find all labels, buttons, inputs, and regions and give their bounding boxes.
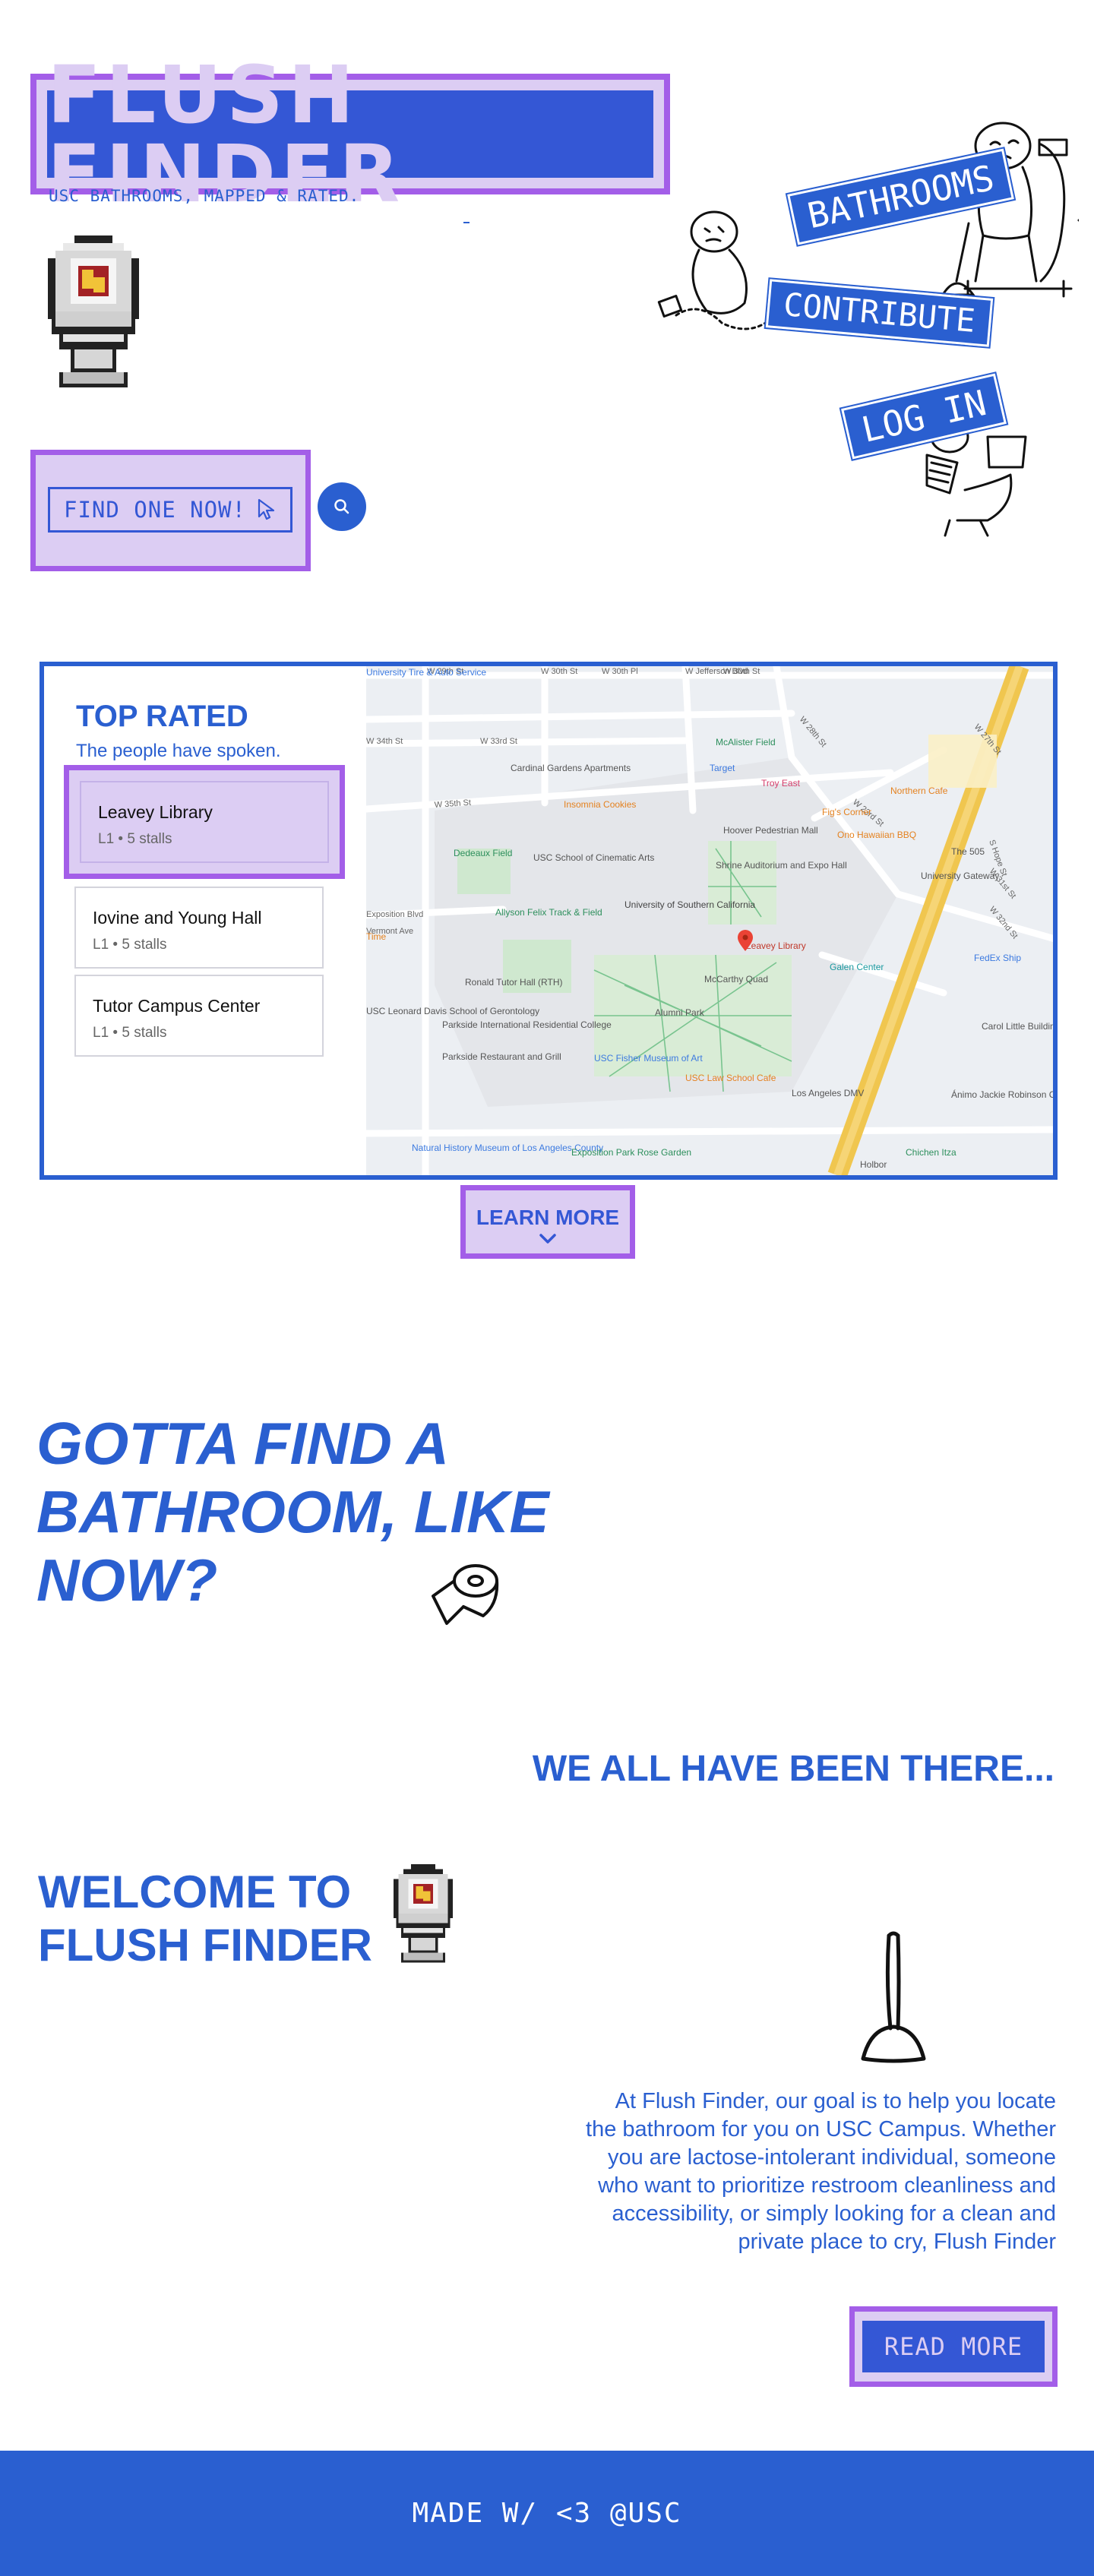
map-street-label: W 34th St	[366, 737, 403, 746]
about-paragraph: At Flush Finder, our goal is to help you…	[586, 2089, 1056, 2254]
chevron-down-icon	[539, 1234, 556, 1244]
map-place-label[interactable]: Insomnia Cookies	[564, 799, 636, 810]
top-rated-card[interactable]: Iovine and Young Hall L1 • 5 stalls	[74, 887, 324, 969]
toilet-paper-icon	[432, 1564, 499, 1625]
logo-banner: FLUSH FINDER	[47, 55, 653, 213]
map-place-label[interactable]: Holbor	[860, 1159, 887, 1170]
map-place-label[interactable]: University Tire & Auto Service	[366, 667, 486, 678]
read-more-frame: READ MORE	[849, 2306, 1058, 2387]
map-place-label[interactable]: Hoover Pedestrian Mall	[723, 825, 818, 836]
map-place-label[interactable]: McCarthy Quad	[704, 974, 768, 985]
search-button[interactable]	[318, 482, 366, 531]
map-place-label[interactable]: Dedeaux Field	[454, 848, 512, 858]
card-meta: L1 • 5 stalls	[98, 831, 172, 847]
map-place-label[interactable]: Northern Cafe	[890, 785, 948, 796]
subheadline: WE ALL HAVE BEEN THERE...	[532, 1749, 1054, 1789]
card-name: Tutor Campus Center	[93, 996, 261, 1016]
top-rated-map-section: TOP RATED The people have spoken. Leavey…	[40, 662, 1058, 1180]
card-name: Iovine and Young Hall	[93, 908, 262, 928]
map-place-label[interactable]: Time	[366, 931, 387, 942]
map-place-label[interactable]: USC Fisher Museum of Art	[594, 1053, 703, 1064]
map-place-label[interactable]: Parkside Restaurant and Grill	[442, 1051, 561, 1062]
map-place-label[interactable]: USC Law School Cafe	[685, 1073, 776, 1083]
map-place-label[interactable]: Shrine Auditorium and Expo Hall	[716, 860, 847, 871]
top-rated-panel: TOP RATED The people have spoken. Leavey…	[44, 666, 366, 1175]
map-place-label[interactable]: Chichen Itza	[906, 1147, 956, 1158]
map-place-label[interactable]: Fig's Corner	[822, 807, 871, 817]
map-canvas[interactable]: W 29th St W 30th St W 30th Pl W Jefferson B…	[366, 666, 1053, 1175]
map-place-label[interactable]: Galen Center	[830, 962, 884, 972]
learn-more-button[interactable]: LEARN MORE	[460, 1185, 635, 1259]
map-street-label: W 30th St	[723, 667, 760, 676]
top-rated-title: TOP RATED	[76, 700, 248, 733]
map-place-label[interactable]: FedEx Ship	[974, 953, 1021, 963]
map-place-label[interactable]: Los Angeles DMV	[792, 1088, 864, 1098]
campus-map[interactable]: W 29th St W 30th St W 30th Pl W Jefferson B…	[366, 666, 1053, 1175]
map-place-label[interactable]: Troy East	[761, 778, 801, 789]
card-name: Leavey Library	[98, 802, 213, 822]
map-place-label[interactable]: University of Southern California	[624, 899, 755, 910]
map-place-label[interactable]: Ono Hawaiian BBQ	[837, 830, 916, 840]
map-place-label[interactable]: Leavey Library	[746, 940, 806, 951]
map-street-label: Exposition Blvd	[366, 910, 423, 919]
footer: MADE W/ <3 @USC	[0, 2451, 1094, 2576]
map-place-label[interactable]: Exposition Park Rose Garden	[571, 1147, 691, 1158]
map-place-label[interactable]: USC Leonard Davis School of Gerontology	[366, 1006, 539, 1016]
learn-more-label: LEARN MORE	[476, 1206, 620, 1229]
map-place-label[interactable]: Cardinal Gardens Apartments	[511, 763, 631, 773]
card-meta: L1 • 5 stalls	[93, 1025, 167, 1041]
selected-card-frame: Leavey Library L1 • 5 stalls	[64, 765, 345, 879]
pixel-toilet-icon	[394, 1864, 453, 1963]
card-meta: L1 • 5 stalls	[93, 937, 167, 953]
tagline: USC BATHROOMS, MAPPED & RATED.	[49, 187, 360, 205]
divider	[463, 222, 470, 223]
map-place-label[interactable]: The 505	[951, 846, 985, 857]
cursor-icon	[258, 498, 275, 520]
map-place-label[interactable]: Ronald Tutor Hall (RTH)	[465, 977, 562, 988]
map-place-label[interactable]: University Gateway	[921, 871, 999, 881]
plunger-person-doodle	[657, 210, 776, 330]
map-street-label: W 30th Pl	[602, 667, 638, 676]
read-more-button[interactable]: READ MORE	[862, 2321, 1045, 2372]
find-now-frame: FIND ONE NOW!	[30, 450, 311, 571]
map-place-label[interactable]: Carol Little Building (CAL)	[982, 1021, 1053, 1032]
logo[interactable]: FLUSH FINDER	[30, 55, 670, 213]
top-rated-card[interactable]: Tutor Campus Center L1 • 5 stalls	[74, 975, 324, 1057]
footer-text: MADE W/ <3 @USC	[412, 2498, 682, 2529]
find-now-button[interactable]: FIND ONE NOW!	[48, 487, 292, 533]
plunger-icon	[861, 1931, 926, 2063]
map-place-label[interactable]: Allyson Felix Track & Field	[495, 907, 602, 918]
pixel-toilet-icon	[48, 235, 139, 387]
map-place-label[interactable]: McAlister Field	[716, 737, 776, 748]
find-now-label: FIND ONE NOW!	[64, 497, 246, 523]
map-place-label[interactable]: USC School of Cinematic Arts	[533, 852, 654, 863]
map-place-label[interactable]: Target	[710, 763, 735, 773]
map-street-label: W 30th St	[541, 667, 577, 676]
plunger-doodle-small	[941, 222, 975, 296]
map-street-label: W 33rd St	[480, 737, 517, 746]
map-place-label[interactable]: Ánimo Jackie Robinson Charter High Schoo…	[951, 1089, 1053, 1100]
map-place-label[interactable]: Alumni Park	[655, 1007, 705, 1018]
map-place-label[interactable]: Parkside International Residential Colle…	[442, 1019, 612, 1030]
top-rated-subtitle: The people have spoken.	[76, 741, 281, 761]
top-rated-card[interactable]: Leavey Library L1 • 5 stalls	[80, 781, 329, 863]
search-icon	[334, 499, 349, 514]
welcome-heading: WELCOME TO FLUSH FINDER	[38, 1866, 372, 1971]
